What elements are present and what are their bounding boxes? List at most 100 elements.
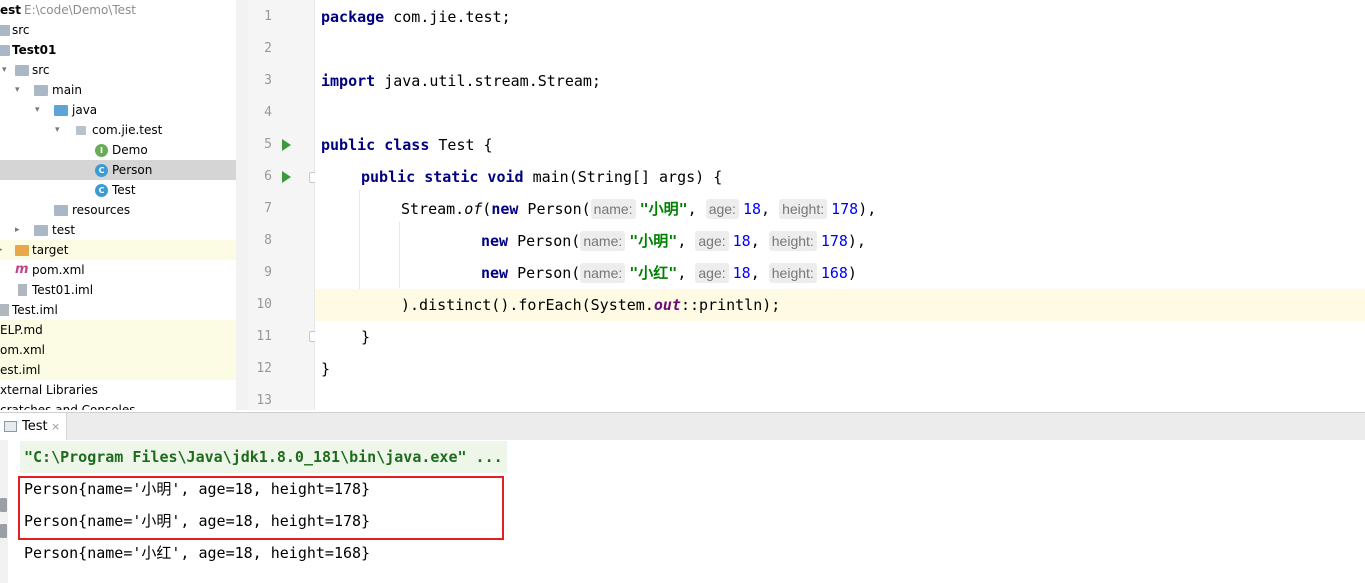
line-number: 6 bbox=[264, 169, 272, 184]
tree-item-label: src bbox=[12, 23, 30, 37]
folder-icon bbox=[15, 65, 29, 76]
code-line-3: import java.util.stream.Stream; bbox=[321, 72, 601, 90]
run-tab-label: Test bbox=[22, 419, 48, 434]
tree-item-label: Test01.iml bbox=[32, 283, 94, 297]
line-number: 9 bbox=[264, 265, 272, 280]
line-number: 11 bbox=[256, 329, 272, 344]
excluded-folder-icon bbox=[15, 245, 29, 256]
tree-item-label: test bbox=[52, 223, 76, 237]
stop-icon[interactable] bbox=[0, 524, 7, 538]
tree-root-path: E:\code\Demo\Test bbox=[24, 3, 136, 17]
chevron-right-icon[interactable]: ▸ bbox=[0, 240, 8, 260]
class-icon: C bbox=[95, 164, 108, 177]
code-line-12: } bbox=[321, 360, 331, 378]
tree-item-label: ELP.md bbox=[0, 323, 43, 337]
indent-guide bbox=[399, 222, 400, 288]
tree-item-demo[interactable]: I Demo bbox=[0, 140, 236, 160]
tree-item-test-iml[interactable]: Test.iml bbox=[0, 300, 236, 320]
param-hint-age: age: bbox=[705, 199, 739, 219]
tree-item-label: target bbox=[32, 243, 69, 257]
code-editor[interactable]: package com.jie.test; import java.util.s… bbox=[315, 0, 1365, 410]
folder-icon bbox=[0, 25, 10, 36]
tree-item-label: Person bbox=[112, 163, 153, 177]
tree-item-package[interactable]: ▾ com.jie.test bbox=[0, 120, 236, 140]
line-number: 5 bbox=[264, 137, 272, 152]
maven-icon: m bbox=[15, 262, 29, 277]
param-hint-age: age: bbox=[695, 263, 729, 283]
source-folder-icon bbox=[54, 105, 68, 116]
tree-item-label: main bbox=[52, 83, 82, 97]
chevron-down-icon[interactable]: ▾ bbox=[35, 100, 45, 120]
tree-item-test01[interactable]: Test01 bbox=[0, 40, 236, 60]
param-hint-name: name: bbox=[580, 231, 626, 251]
project-tree: est E:\code\Demo\Test src Test01 ▾ src ▾… bbox=[0, 0, 236, 410]
tree-item-pom-root[interactable]: om.xml bbox=[0, 340, 236, 360]
param-hint-height: height: bbox=[768, 231, 817, 251]
close-icon[interactable]: × bbox=[51, 413, 60, 440]
tree-item-test-iml-root[interactable]: est.iml bbox=[0, 360, 236, 380]
code-line-6: public static void main(String[] args) { bbox=[361, 168, 723, 186]
tree-item-label: xternal Libraries bbox=[0, 383, 98, 397]
code-line-7: Stream.of(new Person(name: "小明", age: 18, … bbox=[401, 199, 877, 219]
tree-item-label: java bbox=[72, 103, 98, 117]
tree-item-label: cratches and Consoles bbox=[0, 403, 136, 410]
tree-item-label: pom.xml bbox=[32, 263, 85, 277]
tree-item-pom[interactable]: m pom.xml bbox=[0, 260, 236, 280]
tree-item-scratches[interactable]: cratches and Consoles bbox=[0, 400, 236, 410]
tree-item-label: src bbox=[32, 63, 50, 77]
tree-root[interactable]: est E:\code\Demo\Test bbox=[0, 0, 236, 20]
line-number: 4 bbox=[264, 105, 272, 120]
package-icon bbox=[76, 126, 86, 135]
console-output-line: Person{name='小红', age=18, height=168} bbox=[24, 544, 371, 562]
tree-item-label: est.iml bbox=[0, 363, 41, 377]
folder-icon bbox=[34, 225, 48, 236]
run-class-icon[interactable] bbox=[282, 139, 291, 151]
line-number: 12 bbox=[256, 361, 272, 376]
rerun-icon[interactable] bbox=[0, 498, 7, 512]
run-tab-test[interactable]: Test × bbox=[0, 413, 67, 440]
tree-item-help-md[interactable]: ELP.md bbox=[0, 320, 236, 340]
tree-item-person[interactable]: C Person bbox=[0, 160, 236, 180]
tree-item-target[interactable]: ▸ target bbox=[0, 240, 236, 260]
code-line-11: } bbox=[361, 328, 371, 346]
annotation-highlight-box bbox=[18, 476, 504, 540]
tree-item-label: Test.iml bbox=[12, 303, 58, 317]
tree-item-src[interactable]: ▾ src bbox=[0, 60, 236, 80]
code-line-5: public class Test { bbox=[321, 136, 493, 154]
code-line-1: package com.jie.test; bbox=[321, 8, 511, 26]
tree-item-test-folder[interactable]: ▸ test bbox=[0, 220, 236, 240]
console-output[interactable]: "C:\Program Files\Java\jdk1.8.0_181\bin\… bbox=[8, 440, 1365, 583]
line-number: 8 bbox=[264, 233, 272, 248]
run-main-icon[interactable] bbox=[282, 171, 291, 183]
param-hint-height: height: bbox=[779, 199, 828, 219]
tree-item-main[interactable]: ▾ main bbox=[0, 80, 236, 100]
tree-item-label: resources bbox=[72, 203, 131, 217]
param-hint-age: age: bbox=[695, 231, 729, 251]
tree-item-label: Test bbox=[112, 183, 136, 197]
tree-item-resources[interactable]: resources bbox=[0, 200, 236, 220]
interface-icon: I bbox=[95, 144, 108, 157]
line-number: 10 bbox=[256, 297, 272, 312]
iml-file-icon bbox=[18, 284, 27, 296]
tree-item-java[interactable]: ▾ java bbox=[0, 100, 236, 120]
tree-item-src-root[interactable]: src bbox=[0, 20, 236, 40]
chevron-down-icon[interactable]: ▾ bbox=[15, 80, 25, 100]
resources-folder-icon bbox=[54, 205, 68, 216]
param-hint-height: height: bbox=[768, 263, 817, 283]
chevron-right-icon[interactable]: ▸ bbox=[15, 220, 25, 240]
line-number: 7 bbox=[264, 201, 272, 216]
chevron-down-icon[interactable]: ▾ bbox=[55, 120, 65, 140]
param-hint-name: name: bbox=[590, 199, 636, 219]
param-hint-name: name: bbox=[580, 263, 626, 283]
run-tool-window-header: Test × bbox=[0, 412, 1365, 441]
tree-item-test-class[interactable]: C Test bbox=[0, 180, 236, 200]
console-command-line: "C:\Program Files\Java\jdk1.8.0_181\bin\… bbox=[20, 441, 507, 473]
chevron-down-icon[interactable]: ▾ bbox=[2, 60, 12, 80]
code-line-10-current: ).distinct().forEach(System.out::println… bbox=[315, 289, 1365, 321]
tree-item-external-libraries[interactable]: xternal Libraries bbox=[0, 380, 236, 400]
folder-icon bbox=[34, 85, 48, 96]
tree-item-label: Demo bbox=[112, 143, 148, 157]
line-number: 3 bbox=[264, 73, 272, 88]
tree-item-test01-iml[interactable]: Test01.iml bbox=[0, 280, 236, 300]
module-folder-icon bbox=[0, 45, 10, 56]
